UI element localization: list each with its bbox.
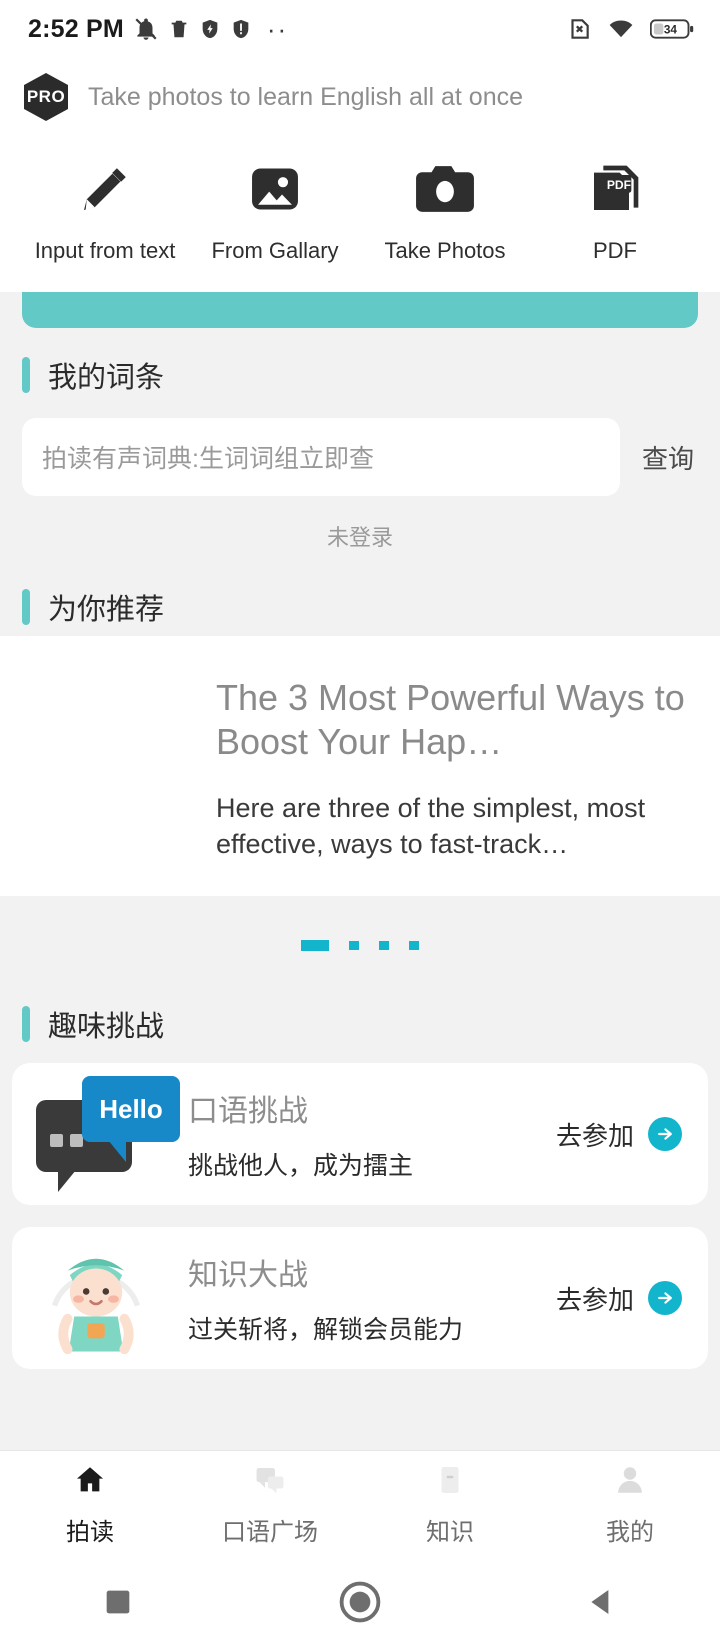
challenge-title: 知识大战 xyxy=(188,1259,308,1292)
action-input-from-text[interactable]: Input from text xyxy=(20,158,190,264)
challenge-card-speaking[interactable]: Hello 口语挑战 挑战他人，成为擂主 去参加 xyxy=(12,1063,708,1205)
person-icon xyxy=(612,1463,648,1502)
challenge-join-button[interactable]: 去参加 xyxy=(556,1116,682,1153)
section-accent-bar xyxy=(22,1006,30,1042)
action-label: Input from text xyxy=(34,238,176,263)
recommend-card[interactable]: The 3 Most Powerful Ways to Boost Your H… xyxy=(0,636,720,896)
battery-icon: 34 xyxy=(650,17,694,41)
pdf-icon: PDF xyxy=(587,158,643,220)
hello-bubble-text: Hello xyxy=(82,1076,180,1162)
promo-banner-clipped[interactable] xyxy=(0,292,720,328)
nav-label: 知识 xyxy=(426,1518,474,1546)
section-header-challenges: 趣味挑战 xyxy=(0,977,720,1053)
status-bar-left: 2:52 PM ·· xyxy=(28,15,288,44)
pencil-icon xyxy=(77,158,133,220)
nav-label: 口语广场 xyxy=(222,1518,318,1546)
nav-item-speaking-square[interactable]: 口语广场 xyxy=(180,1463,360,1547)
nav-label: 我的 xyxy=(606,1518,654,1546)
challenge-join-button[interactable]: 去参加 xyxy=(556,1280,682,1317)
triangle-back-icon[interactable] xyxy=(585,1585,619,1624)
square-recents-icon[interactable] xyxy=(101,1585,135,1624)
svg-text:PDF: PDF xyxy=(607,178,631,192)
trash-icon xyxy=(168,17,190,41)
book-icon xyxy=(432,1463,468,1502)
pro-promo-banner[interactable]: PRO Take photos to learn English all at … xyxy=(0,58,720,136)
action-pdf[interactable]: PDF PDF xyxy=(530,158,700,264)
challenge-card-body: 知识大战 过关斩将，解锁会员能力 xyxy=(180,1250,556,1346)
query-button[interactable]: 查询 xyxy=(638,435,698,480)
chat-icon xyxy=(252,1463,288,1502)
challenge-card-knowledge[interactable]: 知识大战 过关斩将，解锁会员能力 去参加 xyxy=(12,1227,708,1369)
bottom-navigation: 拍读 口语广场 知识 我的 xyxy=(0,1450,720,1558)
carousel-dot[interactable] xyxy=(409,941,419,950)
more-dots-icon: ·· xyxy=(266,14,289,44)
login-state-label[interactable]: 未登录 xyxy=(0,496,720,560)
challenge-list: Hello 口语挑战 挑战他人，成为擂主 去参加 知识大战 过关斩将，解锁会员能… xyxy=(0,1053,720,1369)
challenge-card-body: 口语挑战 挑战他人，成为擂主 xyxy=(180,1086,556,1182)
quick-action-row: Input from text From Gallary Take Photos… xyxy=(0,136,720,292)
challenge-title: 口语挑战 xyxy=(188,1095,308,1128)
nav-label: 拍读 xyxy=(66,1518,114,1546)
action-take-photos[interactable]: Take Photos xyxy=(360,158,530,264)
no-sim-icon xyxy=(566,16,592,42)
carousel-dot-active[interactable] xyxy=(301,940,329,951)
recommend-card-title: The 3 Most Powerful Ways to Boost Your H… xyxy=(216,677,685,762)
status-time: 2:52 PM xyxy=(28,14,124,43)
app-screen: 2:52 PM ·· 34 PRO Take photos to learn E… xyxy=(0,0,720,1650)
action-label: From Gallary xyxy=(211,238,339,263)
section-accent-bar xyxy=(22,357,30,393)
bell-muted-icon xyxy=(133,16,159,42)
search-input[interactable]: 拍读有声词典:生词词组立即查 xyxy=(22,418,620,496)
circle-home-icon[interactable] xyxy=(337,1579,383,1630)
recommend-card-description: Here are three of the simplest, most eff… xyxy=(216,793,646,859)
home-icon xyxy=(72,1463,108,1502)
action-from-gallery[interactable]: From Gallary xyxy=(190,158,360,264)
arrow-right-icon xyxy=(648,1117,682,1151)
speech-bubble-hello-icon: Hello xyxy=(30,1074,180,1194)
battery-level-text: 34 xyxy=(664,24,678,37)
arrow-right-icon xyxy=(648,1281,682,1315)
nav-item-mine[interactable]: 我的 xyxy=(540,1463,720,1547)
status-bar-right: 34 xyxy=(566,16,694,42)
nav-item-knowledge[interactable]: 知识 xyxy=(360,1463,540,1547)
action-label: Take Photos xyxy=(384,238,506,263)
challenge-subtitle: 挑战他人，成为擂主 xyxy=(188,1152,414,1180)
challenge-subtitle: 过关斩将，解锁会员能力 xyxy=(188,1316,464,1344)
image-icon xyxy=(244,158,306,220)
challenge-cta-label: 去参加 xyxy=(555,1120,634,1151)
carousel-pagination[interactable] xyxy=(0,896,720,977)
carousel-dot[interactable] xyxy=(379,941,389,950)
section-header-my-entries: 我的词条 xyxy=(0,328,720,404)
section-accent-bar xyxy=(22,589,30,625)
pro-badge: PRO xyxy=(24,73,68,121)
camera-icon xyxy=(412,158,478,220)
nav-item-home[interactable]: 拍读 xyxy=(0,1463,180,1547)
section-title: 趣味挑战 xyxy=(48,1011,165,1043)
section-title: 我的词条 xyxy=(48,362,165,394)
wifi-icon xyxy=(606,16,636,42)
mascot-nurse-icon xyxy=(30,1238,180,1358)
action-label: PDF xyxy=(593,238,637,263)
shield-alert-icon xyxy=(230,17,252,41)
search-placeholder: 拍读有声词典:生词词组立即查 xyxy=(42,445,374,473)
section-header-recommend: 为你推荐 xyxy=(0,560,720,636)
main-scroll-area[interactable]: 我的词条 拍读有声词典:生词词组立即查 查询 未登录 为你推荐 The 3 Mo… xyxy=(0,292,720,1450)
carousel-dot[interactable] xyxy=(349,941,359,950)
search-row: 拍读有声词典:生词词组立即查 查询 xyxy=(0,404,720,496)
shield-flash-icon xyxy=(199,17,221,41)
challenge-cta-label: 去参加 xyxy=(555,1284,634,1315)
section-title: 为你推荐 xyxy=(48,594,165,626)
pro-promo-text: Take photos to learn English all at once xyxy=(88,82,523,111)
system-navigation-bar xyxy=(0,1558,720,1650)
status-bar: 2:52 PM ·· 34 xyxy=(0,0,720,58)
teal-banner[interactable] xyxy=(22,292,698,328)
